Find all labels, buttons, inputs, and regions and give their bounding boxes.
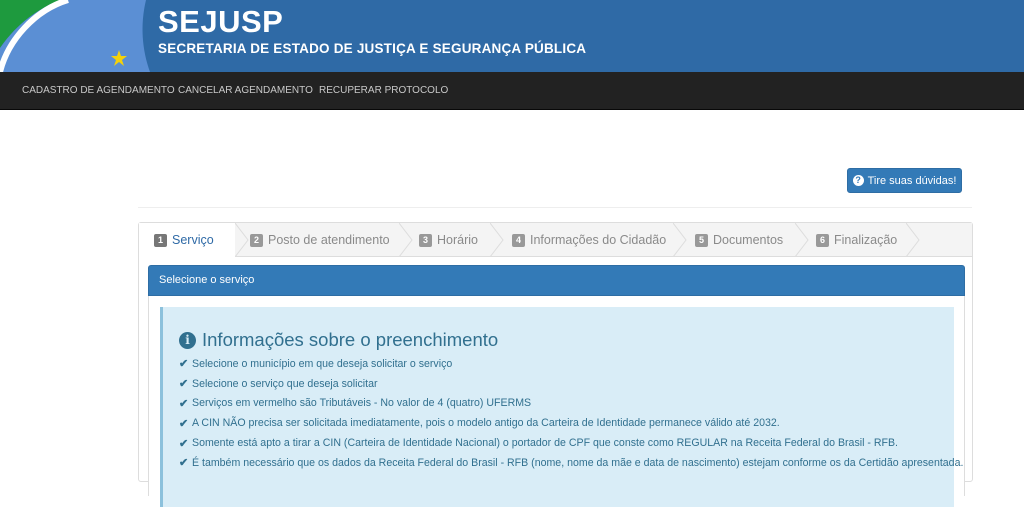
step-number: 5 [695,233,708,247]
step-separator-icon [399,223,413,257]
nav-cancelar-agendamento[interactable]: CANCELAR AGENDAMENTO [178,72,313,110]
step-separator-icon [795,223,809,257]
list-item-text: Serviços em vermelho são Tributáveis - N… [192,397,532,410]
wizard-steps: 1 Serviço 2 Posto de atendimento 3 Horár… [139,223,972,257]
nav-cadastro-agendamento[interactable]: CADASTRO DE AGENDAMENTO [22,72,175,110]
step-horario[interactable]: 3 Horário [419,223,478,257]
check-icon: ✔ [179,417,189,430]
list-item: ✔ É também necessário que os dados da Rec… [179,453,963,473]
panel-title: Selecione o serviço [148,265,965,296]
state-logo-icon [0,0,150,72]
list-item-text: É também necessário que os dados da Rece… [192,456,964,469]
step-number: 6 [816,233,829,247]
step-finalizacao[interactable]: 6 Finalização [816,223,897,257]
info-circle-icon: i [179,331,196,349]
step-separator-icon [673,223,687,257]
brand-subtitle: SECRETARIA DE ESTADO DE JUSTIÇA E SEGURA… [158,41,587,56]
step-separator-icon [490,223,504,257]
list-item-text: Selecione o município em que deseja soli… [192,357,453,370]
step-label: Serviço [172,233,214,247]
step-number: 3 [419,233,432,247]
check-icon: ✔ [179,397,189,410]
info-title: i Informações sobre o preenchimento [179,329,498,351]
step-servico[interactable]: 1 Serviço [139,223,235,257]
check-icon: ✔ [179,437,189,450]
list-item-text: Somente está apto a tirar a CIN (Carteir… [192,437,898,450]
step-informacoes-cidadao[interactable]: 4 Informações do Cidadão [512,223,666,257]
header-banner: SEJUSP SECRETARIA DE ESTADO DE JUSTIÇA E… [0,0,1024,72]
divider [138,207,972,208]
question-circle-icon: ? [852,175,864,186]
step-separator-icon [235,223,249,257]
step-label: Informações do Cidadão [530,233,667,247]
panel-body: i Informações sobre o preenchimento ✔ Sel… [148,296,965,507]
step-separator-icon [906,223,920,257]
info-box: i Informações sobre o preenchimento ✔ Sel… [160,307,963,507]
nav-recuperar-protocolo[interactable]: RECUPERAR PROTOCOLO [319,72,448,110]
step-number: 4 [512,233,525,247]
list-item: ✔ Somente está apto a tirar a CIN (Cartei… [179,433,963,453]
list-item: ✔ Selecione o serviço que deseja solicita… [179,374,963,394]
step-number: 2 [250,233,263,247]
list-item: ✔ Serviços em vermelho são Tributáveis - … [179,394,963,414]
help-button[interactable]: ? Tire suas dúvidas! [847,168,962,193]
help-button-label: Tire suas dúvidas! [867,174,957,187]
step-label: Finalização [834,233,898,247]
check-icon: ✔ [179,378,189,391]
main-navbar: CADASTRO DE AGENDAMENTO CANCELAR AGENDAM… [0,72,1024,110]
wizard: 1 Serviço 2 Posto de atendimento 3 Horár… [138,222,973,507]
step-label: Horário [437,233,478,247]
list-item-text: A CIN NÃO precisa ser solicitada imediat… [192,417,780,430]
list-item-text: Selecione o serviço que deseja solicitar [192,377,378,390]
list-item: ✔ A CIN NÃO precisa ser solicitada imedia… [179,413,963,433]
info-title-text: Informações sobre o preenchimento [202,329,499,350]
check-icon: ✔ [179,358,189,371]
step-label: Posto de atendimento [268,233,390,247]
step-number: 1 [154,233,167,247]
step-label: Documentos [713,233,784,247]
step-documentos[interactable]: 5 Documentos [695,223,783,257]
step-posto-atendimento[interactable]: 2 Posto de atendimento [250,223,390,257]
list-item: ✔ Selecione o município em que deseja sol… [179,354,963,374]
info-list: ✔ Selecione o município em que deseja sol… [179,354,963,473]
check-icon: ✔ [179,457,189,470]
brand-title: SEJUSP [158,4,284,39]
